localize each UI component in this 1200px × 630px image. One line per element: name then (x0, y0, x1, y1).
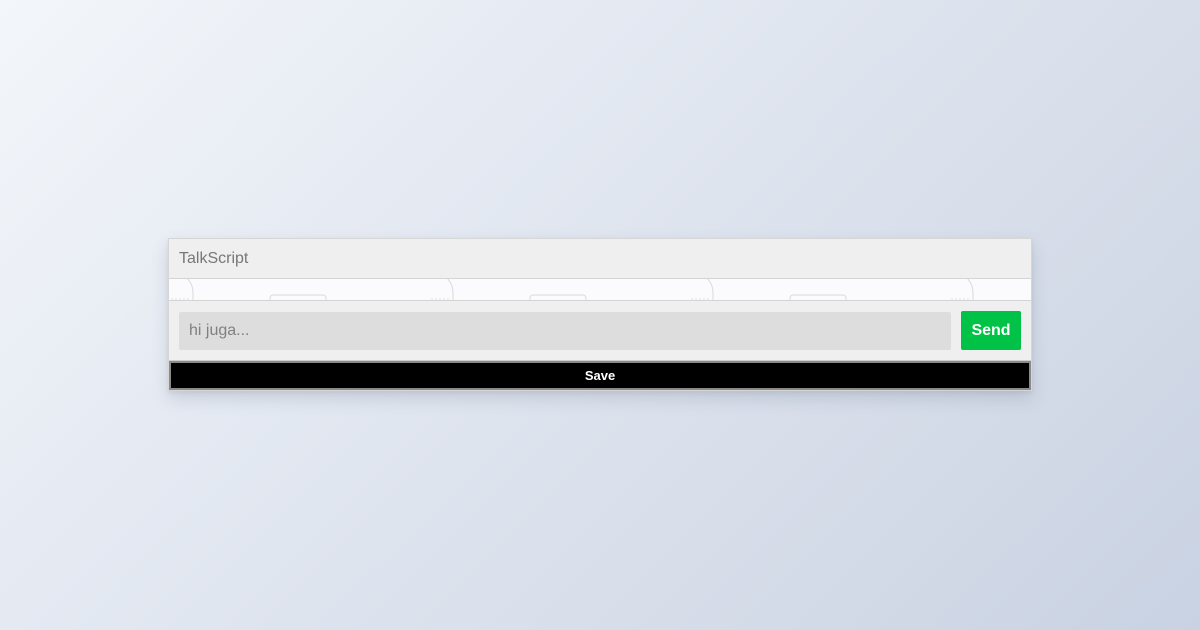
message-input[interactable] (179, 311, 951, 350)
save-button[interactable]: Save (169, 361, 1031, 390)
app-title: TalkScript (179, 249, 249, 267)
chat-widget: TalkScript Send Save (168, 238, 1032, 391)
widget-header: TalkScript (169, 239, 1031, 279)
chat-background-pattern-icon (169, 279, 1031, 300)
message-area[interactable] (169, 279, 1031, 301)
message-composer: Send (169, 301, 1031, 361)
send-button[interactable]: Send (961, 311, 1021, 350)
